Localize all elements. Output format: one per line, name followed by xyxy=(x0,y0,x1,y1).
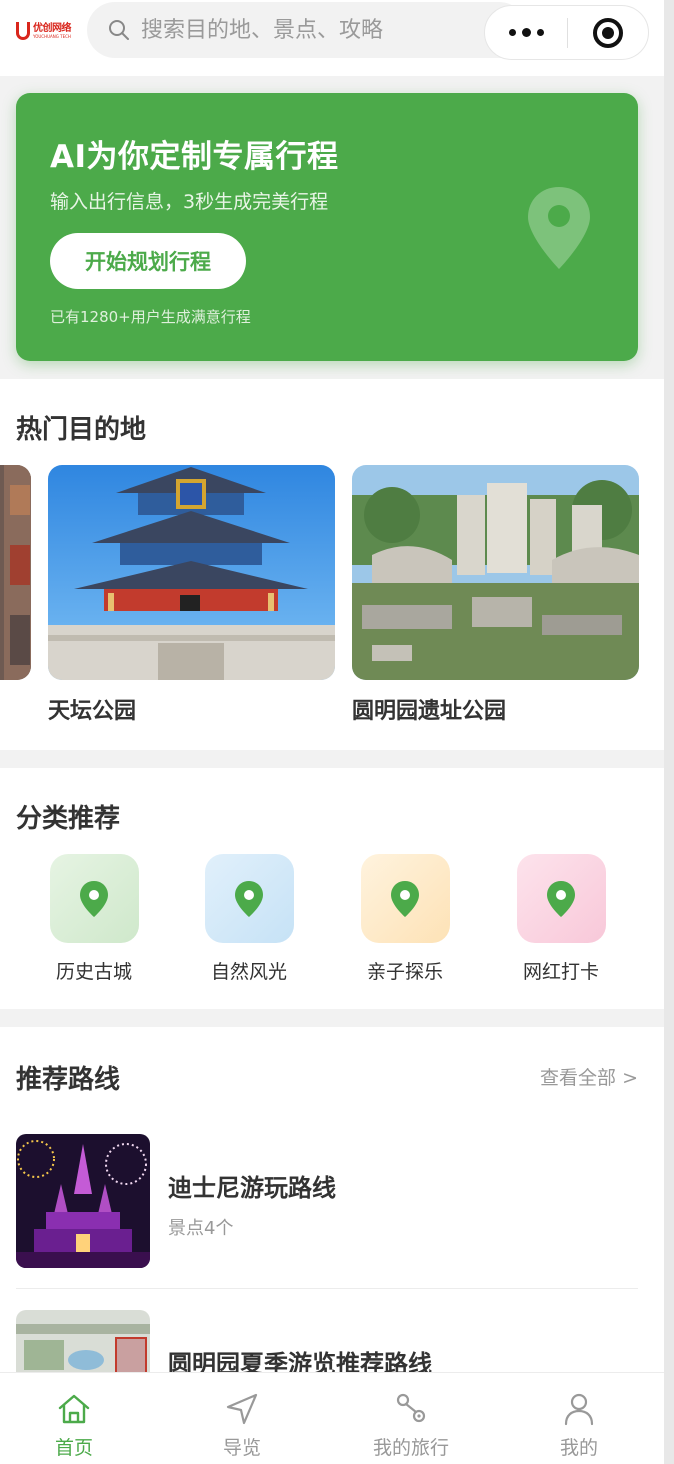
tab-profile[interactable]: 我的 xyxy=(519,1373,639,1464)
tab-label: 首页 xyxy=(54,1437,93,1459)
brand-logo: 优创网络 YOUCHUANG TECH xyxy=(16,20,72,42)
recommended-routes-section: 推荐路线 查看全部 > 迪士尼游玩路线 景点4个 圆明园夏季游览推荐路线 xyxy=(0,1027,664,1372)
page-scroll-area[interactable]: 优创网络 YOUCHUANG TECH AI为你定制专属行程 输入出行信息，3秒… xyxy=(0,0,664,1372)
section-title: 热门目的地 xyxy=(16,415,147,445)
close-miniprogram-button[interactable] xyxy=(568,17,648,48)
destination-image xyxy=(352,465,639,680)
banner-title: AI为你定制专属行程 xyxy=(50,139,339,175)
destination-card[interactable]: 天坛公园 xyxy=(48,465,335,724)
category-history[interactable]: 历史古城 xyxy=(44,854,144,984)
destination-card[interactable]: 圆明园遗址公园 xyxy=(352,465,639,724)
logo-subtext: YOUCHUANG TECH xyxy=(33,34,71,39)
category-trending[interactable]: 网红打卡 xyxy=(511,854,611,984)
user-icon xyxy=(564,1393,594,1426)
category-nature[interactable]: 自然风光 xyxy=(199,854,299,984)
home-icon xyxy=(58,1394,90,1424)
search-input[interactable] xyxy=(141,17,481,43)
section-title: 分类推荐 xyxy=(16,804,121,834)
banner-user-count: 已有1280+用户生成满意行程 xyxy=(50,308,251,326)
route-name: 迪士尼游玩路线 xyxy=(168,1174,336,1202)
ai-itinerary-banner: AI为你定制专属行程 输入出行信息，3秒生成完美行程 开始规划行程 已有1280… xyxy=(16,93,638,361)
section-title: 推荐路线 xyxy=(16,1065,121,1095)
route-item[interactable]: 圆明园夏季游览推荐路线 xyxy=(16,1310,638,1372)
category-family[interactable]: 亲子探乐 xyxy=(355,854,455,984)
banner-subtitle: 输入出行信息，3秒生成完美行程 xyxy=(50,191,329,213)
location-pin-icon xyxy=(528,187,590,269)
tab-home[interactable]: 首页 xyxy=(14,1373,134,1464)
category-label: 自然风光 xyxy=(210,961,287,983)
destination-image xyxy=(0,465,31,680)
location-pin-icon xyxy=(235,880,263,917)
location-pin-icon xyxy=(80,880,108,917)
more-menu-button[interactable] xyxy=(485,6,567,59)
search-bar[interactable] xyxy=(87,2,527,58)
category-label: 亲子探乐 xyxy=(366,961,443,983)
category-label: 历史古城 xyxy=(55,961,132,983)
route-image xyxy=(16,1134,150,1268)
route-image xyxy=(16,1310,150,1372)
view-all-link[interactable]: 查看全部 > xyxy=(540,1063,638,1090)
logo-mark xyxy=(16,22,30,40)
tab-guide[interactable]: 导览 xyxy=(182,1373,302,1464)
miniprogram-capsule xyxy=(484,5,649,60)
top-header: 优创网络 YOUCHUANG TECH xyxy=(0,0,664,76)
route-item[interactable]: 迪士尼游玩路线 景点4个 xyxy=(16,1134,638,1268)
destination-name: 天坛公园 xyxy=(48,699,137,724)
category-section: 分类推荐 历史古城 自然风光 亲子探乐 网红打卡 xyxy=(0,768,664,1009)
divider xyxy=(16,1288,638,1289)
bottom-tab-bar: 首页 导览 我的旅行 我的 xyxy=(0,1372,664,1464)
location-pin-icon xyxy=(547,880,575,917)
destination-image xyxy=(48,465,335,680)
scrollbar[interactable] xyxy=(664,0,674,1464)
route-spot-count: 景点4个 xyxy=(168,1218,234,1239)
destination-card[interactable] xyxy=(0,465,31,680)
destination-name: 圆明园遗址公园 xyxy=(352,699,507,724)
navigation-icon xyxy=(226,1393,258,1425)
tab-my-trips[interactable]: 我的旅行 xyxy=(351,1373,471,1464)
tab-label: 我的 xyxy=(559,1437,598,1459)
logo-text: 优创网络 xyxy=(33,23,72,34)
tab-label: 导览 xyxy=(222,1437,261,1459)
start-planning-button[interactable]: 开始规划行程 xyxy=(50,233,246,289)
hot-destinations-section: 热门目的地 天坛公园 圆明园遗址公园 xyxy=(0,379,664,750)
target-icon xyxy=(593,17,623,48)
route-icon xyxy=(396,1393,426,1423)
location-pin-icon xyxy=(391,880,419,917)
category-label: 网红打卡 xyxy=(522,961,599,983)
tab-label: 我的旅行 xyxy=(372,1437,449,1459)
route-name: 圆明园夏季游览推荐路线 xyxy=(168,1350,432,1372)
search-icon xyxy=(109,20,129,40)
